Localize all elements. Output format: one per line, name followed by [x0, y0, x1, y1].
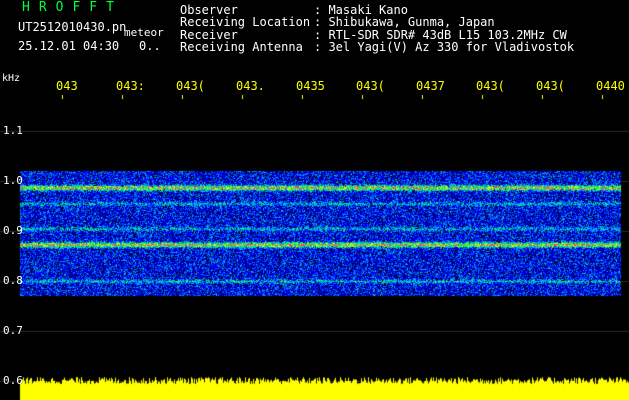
time-tick-label: 043.	[236, 79, 265, 93]
time-tick-label: 043(	[176, 79, 205, 93]
y-tick-label: 1.1	[3, 124, 23, 137]
station-info: Observer: Masaki Kano Receiving Location…	[180, 4, 574, 54]
time-tick-label: 043(	[356, 79, 385, 93]
y-axis-unit: kHz	[2, 73, 21, 84]
hrofft-logo: HROFFT	[22, 0, 123, 15]
time-tick-label: 0437	[416, 79, 445, 93]
y-tick-label: 0.9	[3, 224, 23, 237]
meteor-label: meteor	[124, 26, 164, 39]
y-tick-label: 0.6	[3, 374, 23, 387]
header-panel: HROFFT UT2512010430.pn meteor 25.12.01 0…	[0, 0, 629, 74]
datetime-label: 25.12.01 04:30	[18, 39, 120, 53]
time-tick-label: 043(	[476, 79, 505, 93]
info-row-antenna: Receiving Antenna: 3el Yagi(V) Az 330 fo…	[180, 40, 575, 55]
y-tick-label: 1.0	[3, 174, 23, 187]
count-label: 0..	[139, 39, 161, 53]
time-tick-label: 043:	[116, 79, 145, 93]
time-tick-label: 0435	[296, 79, 325, 93]
y-tick-label: 0.7	[3, 324, 23, 337]
time-tick-label: 043(	[536, 79, 565, 93]
y-tick-label: 0.8	[3, 274, 23, 287]
time-tick-label: 0440	[596, 79, 625, 93]
filename-label: UT2512010430.pn	[18, 20, 127, 34]
time-tick-label: 043	[56, 79, 78, 93]
